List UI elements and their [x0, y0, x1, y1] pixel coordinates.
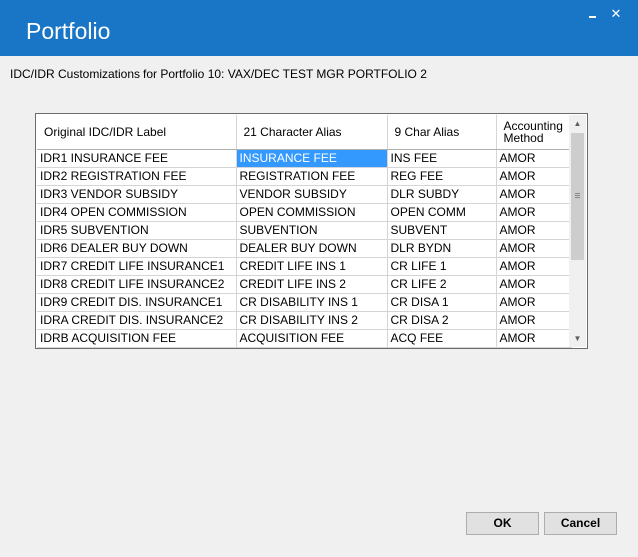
cell-original-label[interactable]: IDR8 CREDIT LIFE INSURANCE2	[37, 275, 237, 294]
scrollbar-thumb[interactable]	[571, 133, 584, 260]
ok-button[interactable]: OK	[466, 512, 539, 535]
grip-line	[575, 195, 580, 196]
cell-original-label[interactable]: IDRB ACQUISITION FEE	[37, 329, 237, 348]
cell-accounting-method[interactable]: AMOR	[496, 275, 572, 294]
table-row[interactable]: IDRB ACQUISITION FEE ACQUISITION FEE ACQ F…	[37, 329, 572, 348]
section-label: IDC/IDR Customizations	[10, 67, 141, 81]
title-bar: Portfolio ✕	[0, 0, 638, 56]
cell-original-label[interactable]: IDR9 CREDIT DIS. INSURANCE1	[37, 293, 237, 312]
cell-accounting-method[interactable]: AMOR	[496, 329, 572, 348]
cell-accounting-method[interactable]: AMOR	[496, 167, 572, 186]
idc-idr-grid[interactable]: Original IDC/IDR Label 21 Character Alia…	[35, 113, 588, 349]
table-row[interactable]: IDR6 DEALER BUY DOWN DEALER BUY DOWN DLR B…	[37, 239, 572, 258]
table-row[interactable]: IDR5 SUBVENTION SUBVENTION SUBVENT AMOR	[37, 221, 572, 240]
cell-original-label[interactable]: IDR4 OPEN COMMISSION	[37, 203, 237, 222]
cell-21-char-alias[interactable]: ACQUISITION FEE	[236, 329, 388, 348]
portfolio-label: for Portfolio 10: VAX/DEC TEST MGR PORTF…	[143, 67, 427, 81]
cell-9-char-alias[interactable]: INS FEE	[387, 149, 497, 168]
cell-accounting-method[interactable]: AMOR	[496, 239, 572, 258]
cancel-button[interactable]: Cancel	[544, 512, 617, 535]
cell-accounting-method[interactable]: AMOR	[496, 257, 572, 276]
grid-table: Original IDC/IDR Label 21 Character Alia…	[37, 115, 572, 348]
cell-original-label[interactable]: IDRA CREDIT DIS. INSURANCE2	[37, 311, 237, 330]
column-header-original-label[interactable]: Original IDC/IDR Label	[37, 115, 237, 150]
table-row[interactable]: IDR8 CREDIT LIFE INSURANCE2 CREDIT LIFE I…	[37, 275, 572, 294]
grid-header-row: Original IDC/IDR Label 21 Character Alia…	[37, 115, 572, 150]
cell-accounting-method[interactable]: AMOR	[496, 203, 572, 222]
cell-21-char-alias[interactable]: DEALER BUY DOWN	[236, 239, 388, 258]
cell-original-label[interactable]: IDR2 REGISTRATION FEE	[37, 167, 237, 186]
minimize-button[interactable]	[585, 6, 601, 22]
table-row[interactable]: IDR3 VENDOR SUBSIDY VENDOR SUBSIDY DLR SUB…	[37, 185, 572, 204]
cell-accounting-method[interactable]: AMOR	[496, 293, 572, 312]
table-row[interactable]: IDR1 INSURANCE FEE INSURANCE FEE INS FEE AM…	[37, 149, 572, 168]
cell-9-char-alias[interactable]: DLR SUBDY	[387, 185, 497, 204]
cell-original-label[interactable]: IDR3 VENDOR SUBSIDY	[37, 185, 237, 204]
table-row[interactable]: IDR2 REGISTRATION FEE REGISTRATION FEE REG…	[37, 167, 572, 186]
window-title: Portfolio	[26, 18, 111, 44]
scroll-up-icon[interactable]: ▲	[569, 115, 586, 132]
cell-21-char-alias[interactable]: REGISTRATION FEE	[236, 167, 388, 186]
cell-21-char-alias[interactable]: VENDOR SUBSIDY	[236, 185, 388, 204]
cell-9-char-alias[interactable]: SUBVENT	[387, 221, 497, 240]
cell-21-char-alias[interactable]: CR DISABILITY INS 2	[236, 311, 388, 330]
cell-9-char-alias[interactable]: OPEN COMM	[387, 203, 497, 222]
cell-9-char-alias[interactable]: DLR BYDN	[387, 239, 497, 258]
cell-21-char-alias[interactable]: CREDIT LIFE INS 1	[236, 257, 388, 276]
cell-21-char-alias[interactable]: SUBVENTION	[236, 221, 388, 240]
grip-line	[575, 197, 580, 198]
scroll-down-icon[interactable]: ▼	[569, 330, 586, 347]
table-row[interactable]: IDR4 OPEN COMMISSION OPEN COMMISSION OPEN …	[37, 203, 572, 222]
column-header-accounting-method[interactable]: Accounting Method	[496, 115, 572, 150]
cell-accounting-method[interactable]: AMOR	[496, 221, 572, 240]
cell-original-label[interactable]: IDR7 CREDIT LIFE INSURANCE1	[37, 257, 237, 276]
column-header-21-char-alias[interactable]: 21 Character Alias	[236, 115, 388, 150]
cell-original-label[interactable]: IDR6 DEALER BUY DOWN	[37, 239, 237, 258]
cell-9-char-alias[interactable]: ACQ FEE	[387, 329, 497, 348]
cell-accounting-method[interactable]: AMOR	[496, 149, 572, 168]
column-header-9-char-alias[interactable]: 9 Char Alias	[387, 115, 497, 150]
vertical-scrollbar[interactable]: ▲ ▼	[569, 115, 586, 347]
minimize-icon	[589, 16, 596, 18]
cell-accounting-method[interactable]: AMOR	[496, 311, 572, 330]
close-button[interactable]: ✕	[608, 6, 624, 22]
cell-9-char-alias[interactable]: REG FEE	[387, 167, 497, 186]
grip-line	[575, 193, 580, 194]
cell-21-char-alias[interactable]: INSURANCE FEE	[236, 149, 388, 168]
cell-accounting-method[interactable]: AMOR	[496, 185, 572, 204]
cell-21-char-alias[interactable]: CR DISABILITY INS 1	[236, 293, 388, 312]
cell-9-char-alias[interactable]: CR DISA 2	[387, 311, 497, 330]
table-row[interactable]: IDR7 CREDIT LIFE INSURANCE1 CREDIT LIFE I…	[37, 257, 572, 276]
table-row[interactable]: IDR9 CREDIT DIS. INSURANCE1 CR DISABILITY…	[37, 293, 572, 312]
cell-9-char-alias[interactable]: CR DISA 1	[387, 293, 497, 312]
cell-original-label[interactable]: IDR1 INSURANCE FEE	[37, 149, 237, 168]
cell-9-char-alias[interactable]: CR LIFE 1	[387, 257, 497, 276]
cell-9-char-alias[interactable]: CR LIFE 2	[387, 275, 497, 294]
table-row[interactable]: IDRA CREDIT DIS. INSURANCE2 CR DISABILITY…	[37, 311, 572, 330]
cell-21-char-alias[interactable]: OPEN COMMISSION	[236, 203, 388, 222]
cell-21-char-alias[interactable]: CREDIT LIFE INS 2	[236, 275, 388, 294]
cell-original-label[interactable]: IDR5 SUBVENTION	[37, 221, 237, 240]
